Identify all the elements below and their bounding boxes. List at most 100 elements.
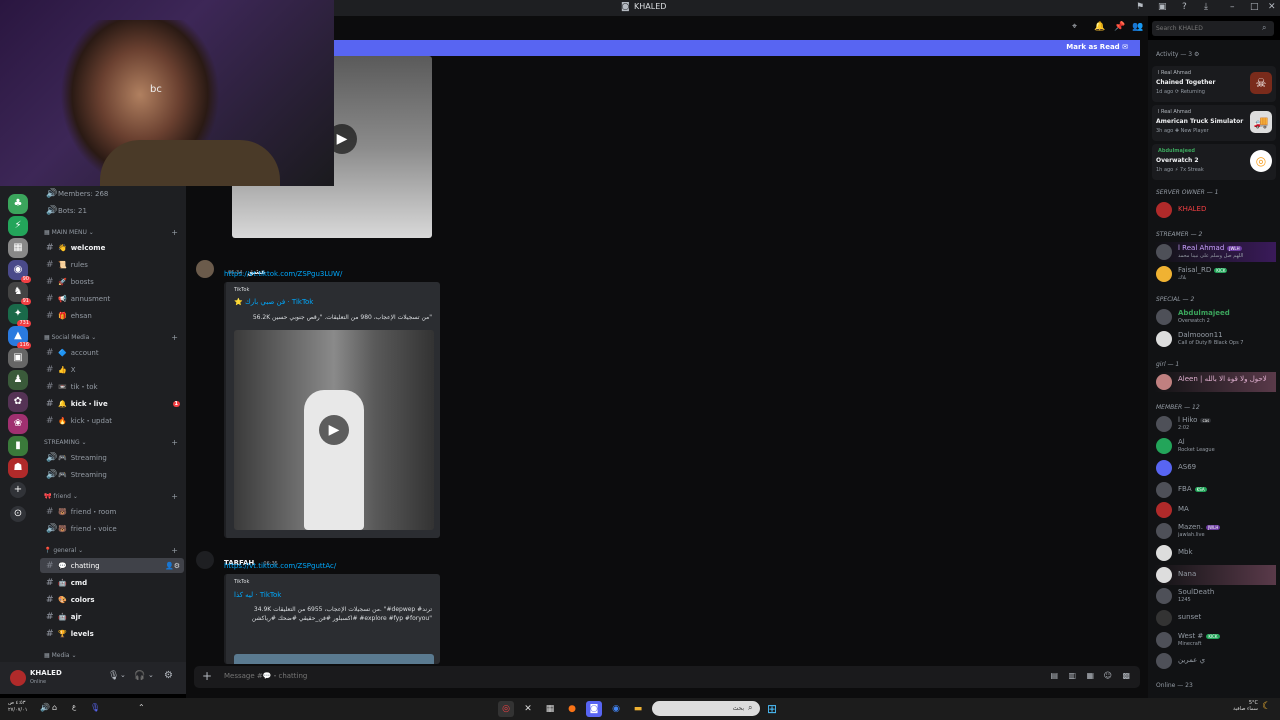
add-channel-icon[interactable]: + <box>171 492 178 501</box>
member-item[interactable]: Mazen. JWLH jawlah.live <box>1154 521 1276 541</box>
bell-icon[interactable]: 🔔 <box>1094 22 1105 32</box>
member-item[interactable]: Abdulmajeed Overwatch 2 <box>1154 307 1276 327</box>
help-icon[interactable]: ? <box>1182 2 1187 12</box>
avatar[interactable] <box>196 260 214 278</box>
gif-icon[interactable]: ▥ <box>1068 671 1076 680</box>
chevron-down-icon[interactable]: ⌄ <box>120 671 126 679</box>
inbox-icon[interactable]: ▣ <box>1158 2 1167 12</box>
member-item[interactable]: West # KICK Minecraft <box>1154 630 1276 650</box>
member-item[interactable]: Mbk <box>1154 543 1276 563</box>
member-item[interactable]: l Hiko cas 2:02 <box>1154 414 1276 434</box>
voice-channel-item[interactable]: 🔊 🐻 friend・voice <box>40 521 184 536</box>
member-item[interactable]: MA <box>1154 500 1276 520</box>
play-icon[interactable]: ▶ <box>319 415 349 445</box>
network-icon[interactable]: ⌂ <box>52 703 57 712</box>
category-social-media[interactable]: ▦ Social Media ⌄ <box>44 334 96 341</box>
server-icon[interactable]: ✦ 731 <box>8 304 31 327</box>
server-icon[interactable]: ⚡ <box>8 216 28 236</box>
chevron-up-icon[interactable]: ⌃ <box>138 703 145 712</box>
emoji-icon[interactable]: ☺ <box>1104 671 1112 680</box>
channel-item[interactable]: # 🤖 cmd <box>40 575 184 590</box>
category-friend[interactable]: 🎀 friend ⌄ <box>44 493 78 500</box>
server-icon[interactable]: ◉ 90 <box>8 260 31 283</box>
channel-item[interactable]: # 🤖 ajr <box>40 609 184 624</box>
chevron-down-icon[interactable]: ⌄ <box>148 671 154 679</box>
message-link[interactable]: https://vt.tiktok.com/ZSPguttAc/ <box>224 562 336 570</box>
taskbar-search[interactable]: بحث <box>652 701 760 716</box>
category-streaming[interactable]: STREAMING ⌄ <box>44 439 87 446</box>
discover-icon[interactable]: ⊙ <box>10 506 26 522</box>
app-icon[interactable]: ● <box>564 701 580 717</box>
gift-icon[interactable]: ▤ <box>1050 671 1058 680</box>
maximize-icon[interactable]: □ <box>1250 2 1259 12</box>
avatar[interactable] <box>10 670 26 686</box>
avatar[interactable] <box>196 551 214 569</box>
category-media[interactable]: ▦ Media ⌄ <box>44 652 77 659</box>
channel-item[interactable]: # 📼 tik・tok <box>40 379 184 394</box>
app-icon[interactable]: ✕ <box>520 701 536 717</box>
server-icon[interactable]: ♟ <box>8 370 28 390</box>
activity-card[interactable]: l Real Ahmad American Truck Simulator 3h… <box>1152 105 1276 141</box>
voice-channel-item[interactable]: 🔊 🎮 Streaming <box>40 450 184 465</box>
app-icon[interactable]: ▦ <box>542 701 558 717</box>
add-attachment-icon[interactable]: + <box>202 669 212 683</box>
add-channel-icon[interactable]: + <box>171 546 178 555</box>
headphones-icon[interactable]: 🎧 <box>134 671 145 681</box>
microphone-icon[interactable]: 🎙 <box>108 671 119 681</box>
add-channel-icon[interactable]: + <box>171 333 178 342</box>
message-input[interactable] <box>224 672 924 680</box>
member-item[interactable]: FBA KSA <box>1154 480 1276 500</box>
member-item[interactable]: AS69 <box>1154 458 1276 478</box>
embed-title[interactable]: ⭐ فن صبي بارك · TikTok <box>234 298 313 306</box>
add-channel-icon[interactable]: + <box>171 438 178 447</box>
channel-item[interactable]: # 🏆 levels <box>40 626 184 641</box>
member-item[interactable]: SoulDeath 1245 <box>1154 586 1276 606</box>
server-icon[interactable]: ✿ <box>8 392 28 412</box>
threads-icon[interactable]: ⌖ <box>1072 22 1077 32</box>
member-item[interactable]: Al Rocket League <box>1154 436 1276 456</box>
member-item[interactable]: Aleen | لاحول ولا قوة الا بالله <box>1154 372 1276 392</box>
language-indicator[interactable]: ع <box>72 703 76 711</box>
weather[interactable]: 5°C سماء صافية <box>1226 700 1258 712</box>
category-general[interactable]: 📍 general ⌄ <box>44 547 83 554</box>
channel-item[interactable]: # 🐻 friend・room <box>40 504 184 519</box>
folder-icon[interactable]: ▬ <box>630 701 646 717</box>
channel-item[interactable]: # 📜 rules <box>40 257 184 272</box>
add-server-icon[interactable]: + <box>10 482 26 498</box>
close-icon[interactable]: ✕ <box>1268 2 1276 12</box>
channel-item[interactable]: # 👍 X <box>40 362 184 377</box>
download-icon[interactable]: ⤓ <box>1204 2 1208 12</box>
member-item[interactable]: Faisal_RD KICK بلاك <box>1154 264 1276 284</box>
server-icon[interactable]: ❀ <box>8 414 28 434</box>
new-messages-banner[interactable]: Mark as Read ✉ <box>334 40 1140 56</box>
chrome-icon[interactable]: ◉ <box>608 701 624 717</box>
channel-item[interactable]: # 🚀 boosts <box>40 274 184 289</box>
server-icon[interactable]: ♞ 91 <box>8 282 31 305</box>
embed-title[interactable]: ليه كذا · TikTok <box>234 591 281 599</box>
member-item[interactable]: sunset <box>1154 608 1276 628</box>
activity-card[interactable]: Abdulmajeed Overwatch 2 1h ago ⚡ 7x Stre… <box>1152 144 1276 180</box>
app-icon[interactable]: ◎ <box>498 701 514 717</box>
minimize-icon[interactable]: – <box>1230 2 1235 12</box>
video-thumbnail[interactable] <box>234 654 434 664</box>
tray-icon[interactable]: 🎙 <box>90 703 100 712</box>
member-item[interactable]: l Real Ahmad JWLH اللهم صل وسلم على نبينا … <box>1154 242 1276 262</box>
add-channel-icon[interactable]: + <box>171 228 178 237</box>
pin-icon[interactable]: ⚑ <box>1136 2 1144 12</box>
members-toggle-icon[interactable]: 👥 <box>1132 22 1143 32</box>
mark-as-read-button[interactable]: Mark as Read ✉ <box>1066 43 1128 51</box>
member-item[interactable]: ي عمرين <box>1154 651 1276 671</box>
member-item[interactable]: Nana <box>1154 565 1276 585</box>
message-link[interactable]: https://vt.tiktok.com/ZSPgu3LUW/ <box>224 270 342 278</box>
channel-item-active[interactable]: # 💬 chatting 👤⚙ <box>40 558 184 573</box>
gear-icon[interactable]: ⚙ <box>164 670 173 681</box>
pin-messages-icon[interactable]: 📌 <box>1114 22 1125 32</box>
server-icon[interactable]: ♣ <box>8 194 28 214</box>
apps-icon[interactable]: ▩ <box>1122 671 1130 680</box>
voice-channel-item[interactable]: 🔊 🎮 Streaming <box>40 467 184 482</box>
member-item[interactable]: KHALED <box>1154 200 1276 220</box>
server-icon[interactable]: ▣ <box>8 348 28 368</box>
channel-item[interactable]: # 👋 welcome <box>40 240 184 255</box>
channel-item[interactable]: # 🔥 kick・updat <box>40 413 184 428</box>
channel-item[interactable]: # 📢 annusment <box>40 291 184 306</box>
